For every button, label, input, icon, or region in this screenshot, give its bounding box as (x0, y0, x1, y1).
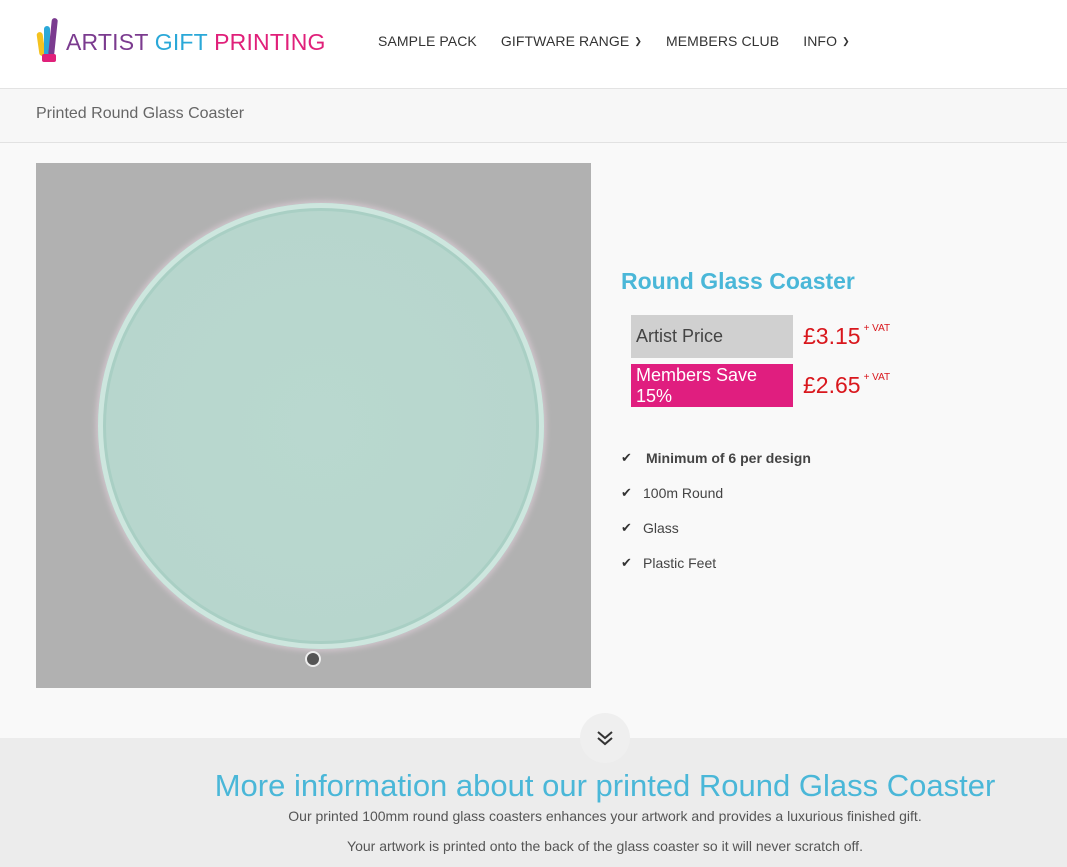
more-info-section: More information about our printed Round… (0, 738, 1067, 867)
list-item: ✔ Glass (621, 510, 811, 545)
logo-word-gift: GIFT (154, 28, 208, 55)
product-image-coaster (98, 203, 544, 649)
check-icon: ✔ (621, 484, 632, 500)
chevron-down-icon: ❯ (842, 35, 850, 46)
chevron-down-icon: ❯ (634, 35, 642, 46)
scroll-down-button[interactable] (580, 713, 630, 763)
list-item: ✔ 100m Round (621, 475, 811, 510)
main-nav: SAMPLE PACK GIFTWARE RANGE ❯ MEMBERS CLU… (378, 33, 874, 49)
nav-members-club[interactable]: MEMBERS CLUB (666, 33, 779, 49)
breadcrumb: Printed Round Glass Coaster (0, 89, 1067, 143)
logo-word-printing: PRINTING (214, 28, 326, 55)
check-icon: ✔ (621, 449, 632, 465)
artist-price-value: £3.15 (803, 323, 861, 349)
check-icon: ✔ (621, 554, 632, 570)
artist-price-row: Artist Price £3.15 + VAT (631, 315, 890, 358)
list-item: ✔ Plastic Feet (621, 545, 811, 580)
gallery-dot[interactable] (305, 651, 321, 667)
vat-note: + VAT (863, 323, 891, 334)
more-info-title: More information about our printed Round… (214, 768, 996, 803)
logo-word-artist: ARTIST (66, 28, 149, 55)
member-price-label: Members Save 15% (631, 364, 793, 407)
nav-label: MEMBERS CLUB (665, 33, 780, 49)
logo-wordmark: ARTIST GIFT PRINTING (66, 29, 326, 56)
nav-giftware-range[interactable]: GIFTWARE RANGE ❯ (501, 33, 642, 49)
vat-note: + VAT (863, 372, 891, 383)
member-price-row: Members Save 15% £2.65 + VAT (631, 364, 890, 407)
nav-label: INFO (803, 33, 838, 49)
feature-text: 100m Round (643, 484, 724, 501)
feature-text: Minimum of 6 per design (646, 449, 811, 466)
nav-label: SAMPLE PACK (378, 33, 477, 49)
list-item: ✔ Minimum of 6 per design (621, 440, 811, 475)
product-title: Round Glass Coaster (621, 268, 855, 294)
pencil-logo-icon (36, 17, 64, 64)
nav-label: GIFTWARE RANGE (500, 33, 630, 49)
artist-price-label: Artist Price (631, 315, 793, 358)
more-info-paragraph: Your artwork is printed onto the back of… (347, 838, 863, 854)
feature-text: Plastic Feet (643, 554, 717, 571)
breadcrumb-current: Printed Round Glass Coaster (36, 105, 245, 122)
double-chevron-down-icon (597, 731, 613, 746)
site-logo[interactable]: ARTIST GIFT PRINTING (36, 17, 326, 64)
product-image-gallery (36, 163, 591, 688)
feature-list: ✔ Minimum of 6 per design ✔ 100m Round ✔… (621, 440, 811, 580)
check-icon: ✔ (621, 519, 632, 535)
nav-sample-pack[interactable]: SAMPLE PACK (378, 33, 477, 49)
feature-text: Glass (643, 519, 679, 536)
site-header: ARTIST GIFT PRINTING SAMPLE PACK GIFTWAR… (0, 0, 1067, 89)
more-info-paragraph: Our printed 100mm round glass coasters e… (288, 808, 922, 824)
nav-info[interactable]: INFO ❯ (803, 33, 850, 49)
member-price-value: £2.65 (803, 372, 861, 398)
